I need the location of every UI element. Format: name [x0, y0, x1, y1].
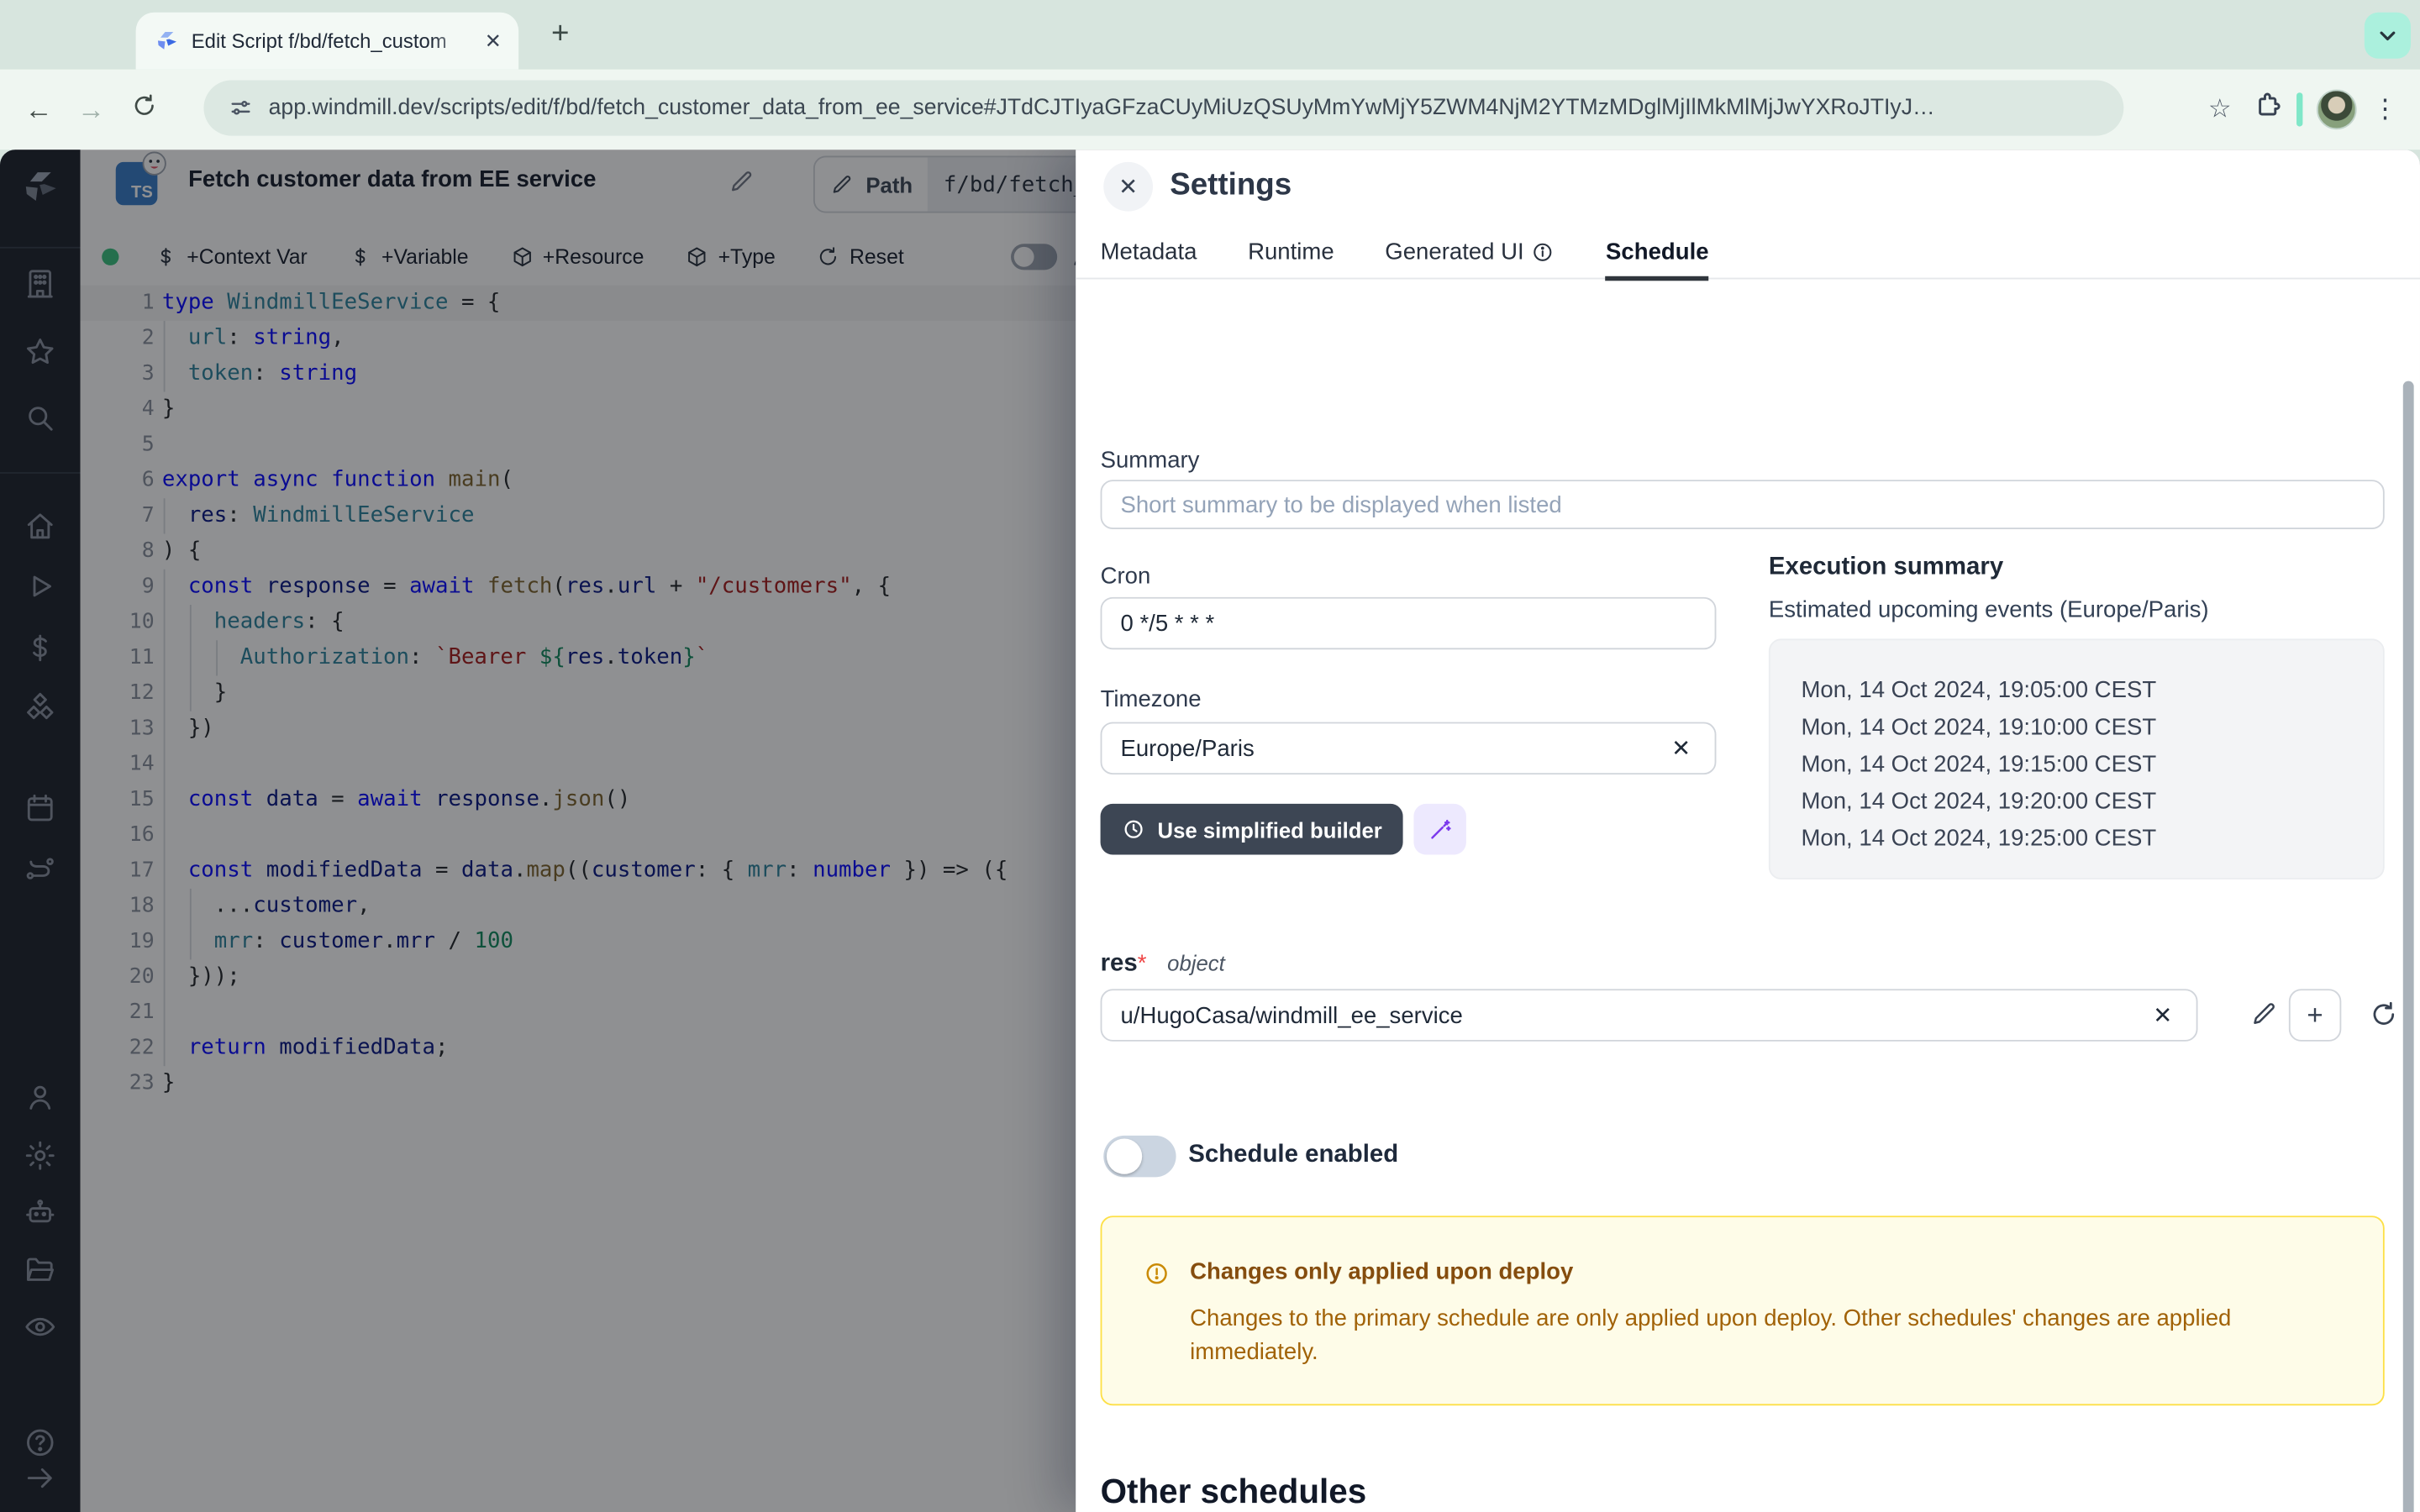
page-content: TS Fetch customer data from EE service P…	[0, 150, 2420, 1512]
warning-icon	[1144, 1261, 1170, 1294]
edit-resource-pencil-icon[interactable]	[2250, 1000, 2278, 1035]
toolbar-right: ☆ ⋮	[2208, 70, 2420, 150]
execution-event: Mon, 14 Oct 2024, 19:25:00 CEST	[1801, 821, 2382, 858]
cron-label: Cron	[1101, 563, 1151, 589]
windmill-favicon-icon	[155, 29, 179, 53]
warning-body: Changes to the primary schedule are only…	[1190, 1302, 2339, 1370]
clear-resource-icon[interactable]: ✕	[2153, 1001, 2172, 1029]
summary-label: Summary	[1101, 448, 1200, 474]
deploy-warning-banner: Changes only applied upon deploy Changes…	[1101, 1215, 2385, 1405]
forward-button[interactable]: →	[65, 93, 117, 126]
reload-button[interactable]	[118, 92, 170, 126]
settings-drawer: ✕ Settings Metadata Runtime Generated UI Sc…	[1076, 150, 2420, 1512]
schedule-tab-panel: Summary Cron Timezone ✕ Use simplified b…	[1076, 279, 2420, 1512]
clock-icon	[1122, 817, 1145, 841]
tab-metadata[interactable]: Metadata	[1101, 224, 1197, 278]
timezone-label: Timezone	[1101, 686, 1202, 712]
screen: Edit Script f/bd/fetch_custom ✕ + ← → ap…	[0, 0, 2420, 1512]
timezone-input[interactable]	[1101, 722, 1717, 774]
avatar[interactable]	[2317, 90, 2357, 130]
schedule-enabled-toggle[interactable]	[1103, 1136, 1176, 1178]
upcoming-events-box: Mon, 14 Oct 2024, 19:05:00 CESTMon, 14 O…	[1769, 638, 2385, 879]
use-simplified-builder-button[interactable]: Use simplified builder	[1101, 804, 1404, 855]
url-text: app.windmill.dev/scripts/edit/f/bd/fetch…	[269, 96, 2099, 120]
execution-event: Mon, 14 Oct 2024, 19:05:00 CEST	[1801, 673, 2382, 710]
tab-runtime[interactable]: Runtime	[1248, 224, 1334, 278]
schedule-enabled-label: Schedule enabled	[1188, 1142, 1398, 1169]
other-schedules-heading: Other schedules	[1101, 1472, 1367, 1512]
profile-separator	[2296, 92, 2302, 126]
drawer-scrollbar[interactable]	[2403, 381, 2414, 1512]
warning-title: Changes only applied upon deploy	[1190, 1259, 1573, 1285]
chevron-down-icon	[2375, 24, 2400, 48]
browser-tab[interactable]: Edit Script f/bd/fetch_custom ✕	[136, 13, 519, 70]
bookmark-icon[interactable]: ☆	[2208, 94, 2232, 125]
resource-input[interactable]	[1101, 989, 2198, 1041]
summary-input[interactable]	[1101, 480, 2385, 529]
settings-title: Settings	[1170, 168, 1292, 203]
url-bar[interactable]: app.windmill.dev/scripts/edit/f/bd/fetch…	[203, 81, 2123, 136]
execution-summary-subheading: Estimated upcoming events (Europe/Paris)	[1769, 597, 2209, 623]
back-button[interactable]: ←	[13, 93, 65, 126]
browser-menu-icon[interactable]: ⋮	[2372, 94, 2398, 125]
tab-generated-ui[interactable]: Generated UI	[1385, 224, 1555, 278]
clear-timezone-icon[interactable]: ✕	[1671, 734, 1691, 762]
close-settings-button[interactable]: ✕	[1103, 162, 1153, 212]
tab-schedule[interactable]: Schedule	[1606, 224, 1708, 278]
tab-search-chevron-button[interactable]	[2365, 13, 2411, 59]
browser-tab-strip: Edit Script f/bd/fetch_custom ✕ +	[0, 0, 2420, 70]
ai-wand-button[interactable]	[1413, 804, 1465, 855]
execution-event: Mon, 14 Oct 2024, 19:15:00 CEST	[1801, 747, 2382, 784]
site-settings-icon[interactable]	[229, 96, 253, 120]
magic-wand-icon	[1428, 817, 1452, 842]
execution-event: Mon, 14 Oct 2024, 19:20:00 CEST	[1801, 784, 2382, 821]
res-field-row: ✕ +	[1101, 989, 2385, 1041]
browser-toolbar: ← → app.windmill.dev/scripts/edit/f/bd/f…	[0, 70, 2420, 150]
execution-event: Mon, 14 Oct 2024, 19:10:00 CEST	[1801, 710, 2382, 747]
add-resource-button[interactable]: +	[2289, 989, 2341, 1041]
tab-title-fade	[432, 24, 472, 58]
info-icon	[1532, 240, 1555, 264]
close-tab-icon[interactable]: ✕	[485, 29, 502, 53]
extensions-icon[interactable]	[2254, 91, 2283, 128]
new-tab-button[interactable]: +	[540, 14, 581, 55]
res-field-label: res* object	[1101, 950, 1225, 978]
cron-input[interactable]	[1101, 597, 1717, 649]
settings-tabs: Metadata Runtime Generated UI Schedule	[1076, 225, 2420, 279]
execution-summary-heading: Execution summary	[1769, 554, 2003, 581]
refresh-resource-icon[interactable]	[2369, 1000, 2398, 1037]
